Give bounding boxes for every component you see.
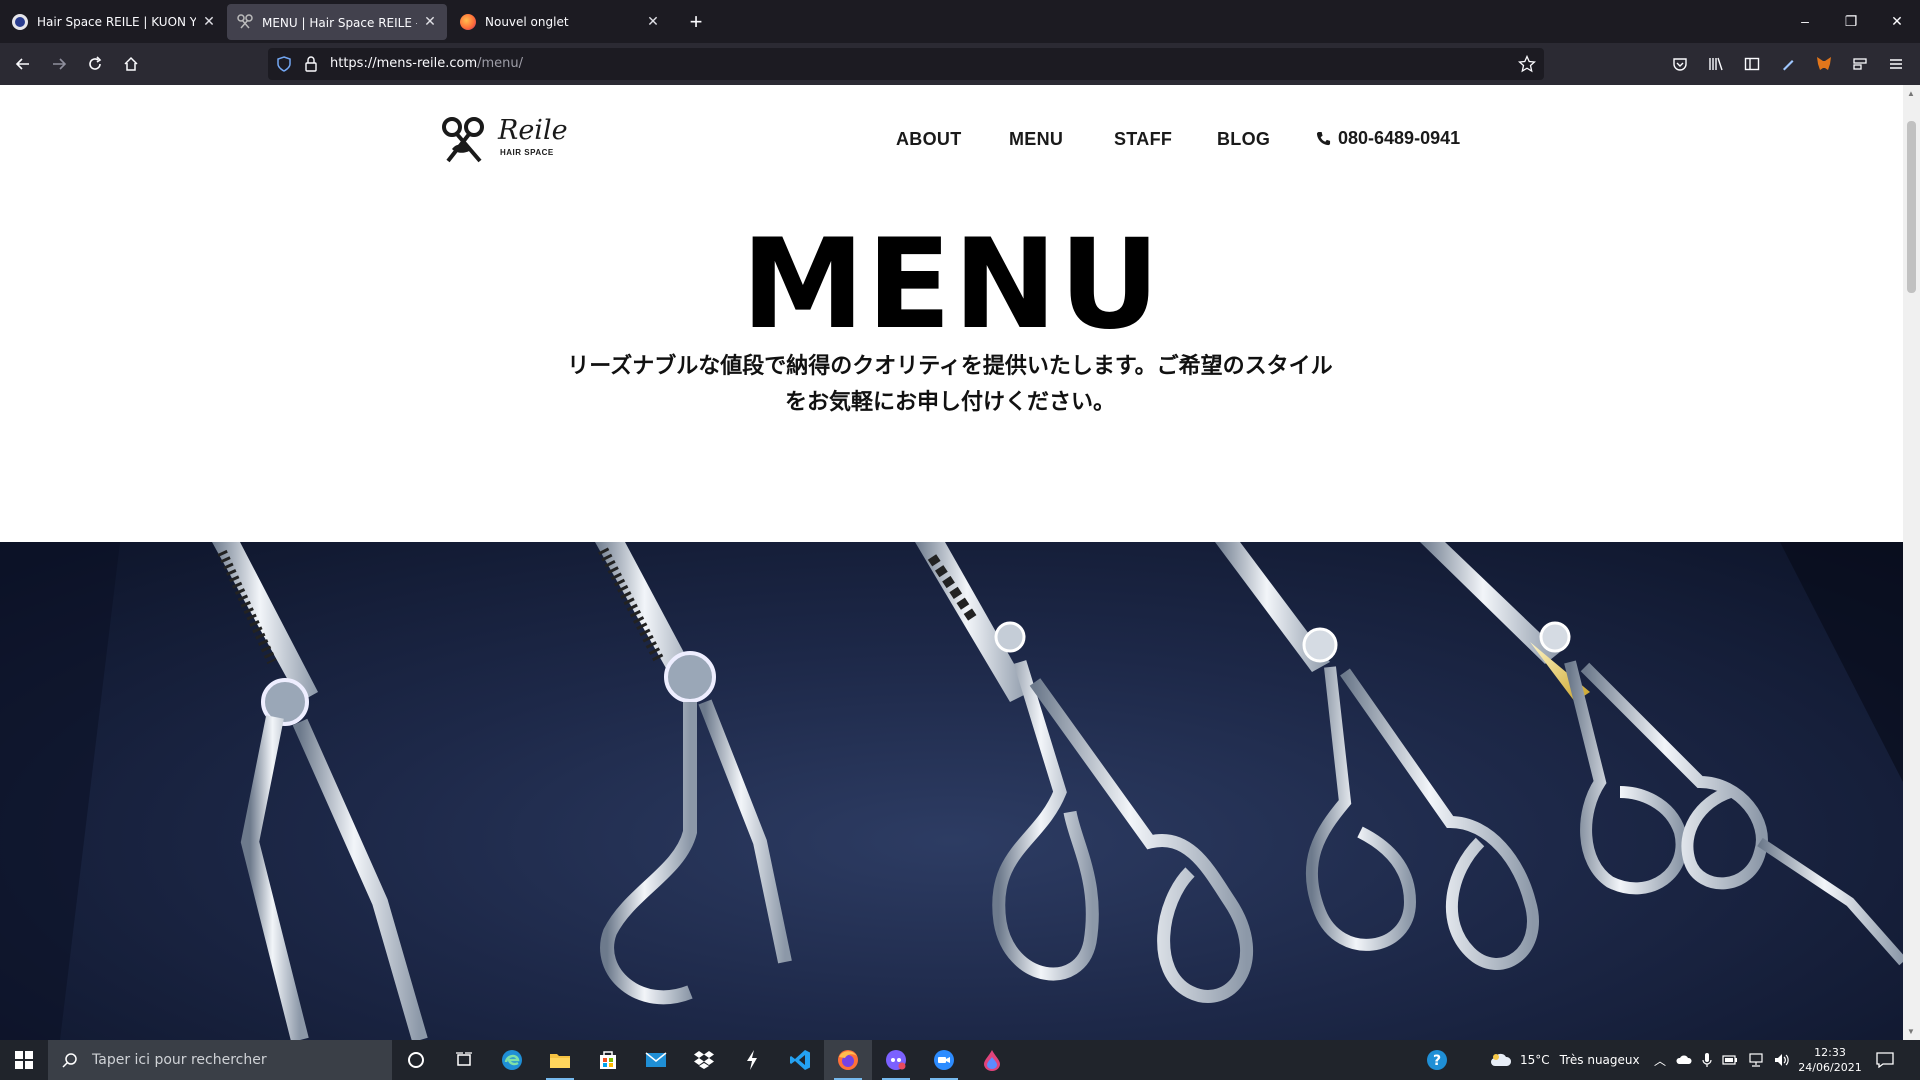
minimize-button[interactable]: – xyxy=(1782,6,1828,36)
vscode-icon[interactable] xyxy=(776,1040,824,1080)
home-icon xyxy=(124,56,138,71)
page-subtitle: リーズナブルな値段で納得のクオリティを提供いたします。ご希望のスタイル をお気軽… xyxy=(520,349,1380,421)
clock-time: 12:33 xyxy=(1814,1046,1846,1059)
library-icon[interactable] xyxy=(1706,54,1726,74)
search-placeholder: Taper ici pour rechercher xyxy=(92,1052,267,1068)
discord-icon[interactable] xyxy=(872,1040,920,1080)
nav-about[interactable]: ABOUT xyxy=(896,129,962,150)
cortana-icon[interactable] xyxy=(392,1040,440,1080)
forward-button[interactable] xyxy=(45,50,73,78)
start-button[interactable] xyxy=(0,1040,48,1080)
subtitle-line: をお気軽にお申し付けください。 xyxy=(784,390,1115,415)
scissors-illustration xyxy=(0,542,1903,1040)
file-explorer-icon[interactable] xyxy=(536,1040,584,1080)
weather-description: Très nuageux xyxy=(1559,1053,1640,1067)
restore-button[interactable]: ❐ xyxy=(1828,6,1874,36)
phone-icon xyxy=(1316,131,1331,146)
extension-cards-icon[interactable] xyxy=(1850,54,1870,74)
address-bar[interactable]: https://mens-reile.com/menu/ xyxy=(268,48,1544,80)
new-tab-button[interactable]: + xyxy=(684,8,708,36)
web-page: Reile HAIR SPACE ABOUT MENU STAFF BLOG 0… xyxy=(0,85,1903,1040)
tab-title: Hair Space REILE | KUON YAGI P xyxy=(37,15,196,29)
network-icon[interactable] xyxy=(1748,1053,1764,1067)
tab-title: MENU | Hair Space REILE - ヘア xyxy=(262,15,417,30)
forward-arrow-icon xyxy=(53,58,67,70)
scissors-hero-photo xyxy=(0,542,1903,1040)
metamask-fox-icon[interactable] xyxy=(1814,54,1834,74)
clock-date: 24/06/2021 xyxy=(1798,1061,1862,1074)
scissors-mustache-logo-icon xyxy=(442,117,484,163)
firefox-taskbar-icon[interactable] xyxy=(824,1040,872,1080)
url-text[interactable]: https://mens-reile.com/menu/ xyxy=(330,56,523,71)
lightning-app-icon[interactable] xyxy=(728,1040,776,1080)
close-window-button[interactable]: ✕ xyxy=(1874,6,1920,36)
sidebar-icon[interactable] xyxy=(1742,54,1762,74)
edge-browser-icon[interactable] xyxy=(488,1040,536,1080)
system-clock[interactable]: 12:33 24/06/2021 xyxy=(1790,1045,1870,1075)
cloud-weather-icon xyxy=(1491,1053,1512,1066)
site-favicon-icon xyxy=(12,14,28,30)
tab-bar: Hair Space REILE | KUON YAGI P ✕ MENU | … xyxy=(0,0,1920,43)
nav-staff[interactable]: STAFF xyxy=(1114,129,1172,150)
logo-text: Reile xyxy=(498,115,568,146)
close-tab-icon[interactable]: ✕ xyxy=(646,14,660,30)
scissor-3 xyxy=(915,542,1254,1003)
close-tab-icon[interactable]: ✕ xyxy=(202,14,216,30)
subtitle-line: リーズナブルな値段で納得のクオリティを提供いたします。ご希望のスタイル xyxy=(567,354,1333,379)
notifications-icon[interactable] xyxy=(1876,1040,1894,1080)
logo-subtext: HAIR SPACE xyxy=(500,148,554,157)
home-button[interactable] xyxy=(117,50,145,78)
tab-menu-active[interactable]: MENU | Hair Space REILE - ヘア ✕ xyxy=(227,4,447,40)
scrollbar-thumb[interactable] xyxy=(1907,121,1916,293)
microphone-icon[interactable] xyxy=(1702,1052,1712,1068)
onedrive-cloud-icon[interactable] xyxy=(1676,1055,1692,1065)
scissor-1 xyxy=(212,542,428,1040)
firefox-favicon-icon xyxy=(460,14,476,30)
scissors-favicon-icon xyxy=(237,14,253,30)
phone-link[interactable]: 080-6489-0941 xyxy=(1316,128,1460,149)
reload-button[interactable] xyxy=(81,50,109,78)
hamburger-menu-icon[interactable] xyxy=(1886,54,1906,74)
reload-icon xyxy=(89,56,102,70)
task-view-icon[interactable] xyxy=(440,1040,488,1080)
page-title: MENU xyxy=(741,213,1162,357)
dropbox-icon[interactable] xyxy=(680,1040,728,1080)
phone-number: 080-6489-0941 xyxy=(1338,128,1461,148)
battery-icon[interactable] xyxy=(1722,1054,1738,1066)
scroll-down-arrow-icon[interactable]: ▼ xyxy=(1907,1027,1915,1036)
tracking-protection-shield-icon[interactable] xyxy=(276,56,292,72)
taskbar-search-box[interactable]: Taper ici pour rechercher xyxy=(48,1040,392,1080)
speaker-volume-icon[interactable] xyxy=(1774,1053,1790,1067)
weather-widget[interactable]: 15°C Très nuageux xyxy=(1490,1040,1640,1080)
back-arrow-icon xyxy=(15,58,29,70)
tab-new-tab[interactable]: Nouvel onglet ✕ xyxy=(450,4,670,40)
drop-app-icon[interactable] xyxy=(968,1040,1016,1080)
back-button[interactable] xyxy=(9,50,37,78)
tab-title: Nouvel onglet xyxy=(485,15,569,29)
nav-blog[interactable]: BLOG xyxy=(1217,129,1270,150)
zoom-icon[interactable] xyxy=(920,1040,968,1080)
site-logo[interactable]: Reile HAIR SPACE xyxy=(440,115,568,165)
lock-icon[interactable] xyxy=(304,56,318,72)
close-tab-icon[interactable]: ✕ xyxy=(423,14,437,30)
bookmark-star-icon[interactable] xyxy=(1518,55,1536,73)
help-icon[interactable]: ? xyxy=(1426,1040,1448,1080)
page-scrollbar[interactable]: ▲ ▼ xyxy=(1903,85,1920,1040)
microsoft-store-icon[interactable] xyxy=(584,1040,632,1080)
tab-hair-space-home[interactable]: Hair Space REILE | KUON YAGI P ✕ xyxy=(2,4,226,40)
windows-taskbar: Taper ici pour rechercher ? 15°C Très nu… xyxy=(0,1040,1920,1080)
mail-icon[interactable] xyxy=(632,1040,680,1080)
scissor-2 xyxy=(595,542,792,1005)
nav-menu[interactable]: MENU xyxy=(1009,129,1063,150)
browser-toolbar: https://mens-reile.com/menu/ xyxy=(0,43,1920,85)
svg-text:?: ? xyxy=(1433,1053,1441,1069)
tray-icons: ︿ xyxy=(1654,1040,1790,1080)
chevron-up-icon[interactable]: ︿ xyxy=(1654,1052,1666,1069)
extension-pen-icon[interactable] xyxy=(1778,54,1798,74)
scroll-up-arrow-icon[interactable]: ▲ xyxy=(1907,89,1915,98)
windows-logo-icon xyxy=(15,1051,33,1069)
search-icon xyxy=(62,1053,77,1068)
pocket-icon[interactable] xyxy=(1670,54,1690,74)
weather-temperature: 15°C xyxy=(1520,1053,1550,1067)
